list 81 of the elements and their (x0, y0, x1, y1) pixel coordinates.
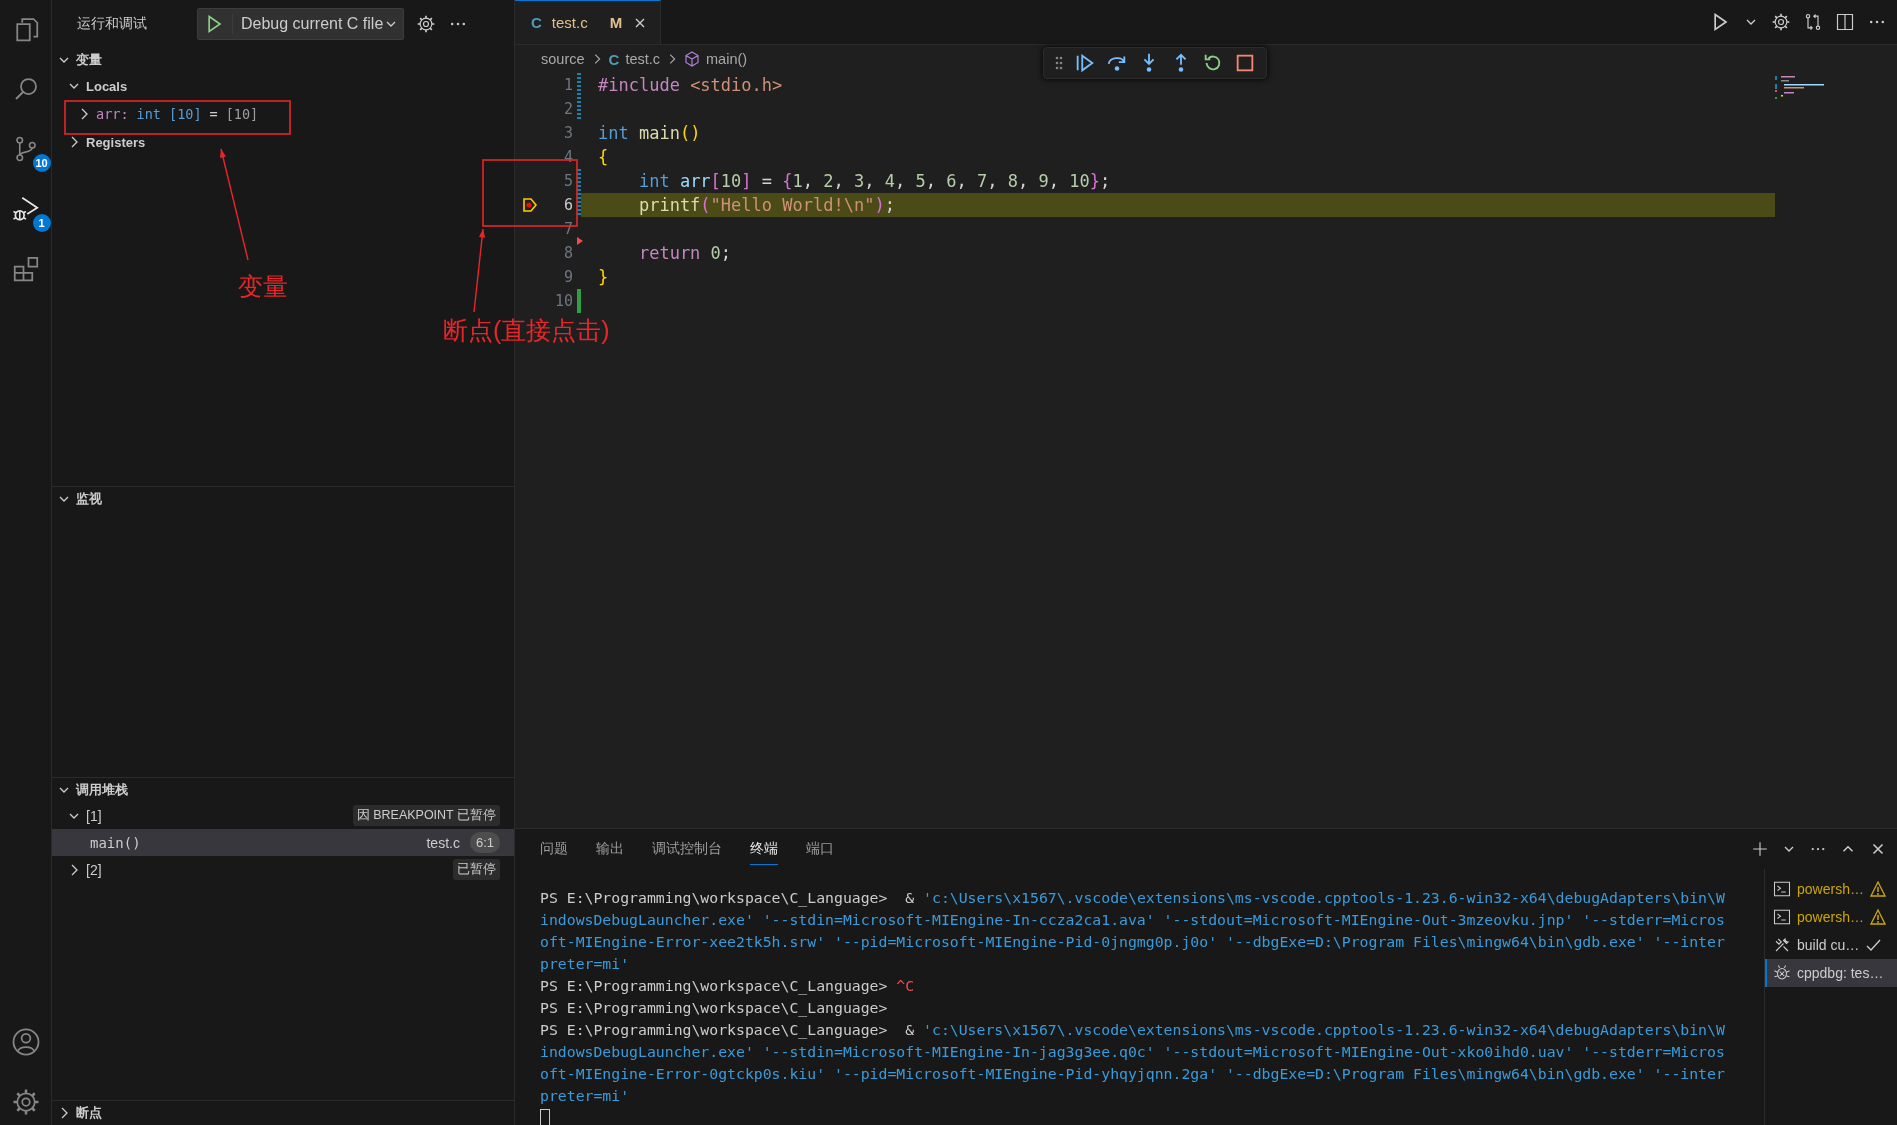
stack-frame-row[interactable]: main() test.c 6:1 (52, 829, 514, 857)
terminal-line: oft-MIEngine-Error-xee2tk5h.srw' '--pid=Microsoft-MIEngine-Pid-0jngmg0p.j0o' '--dbgExe=D:\Program Files\mingw64\bin\gdb.exe' '--inter (540, 932, 1725, 952)
tab-label: test.c (551, 14, 589, 31)
line-number: 9 (562, 267, 573, 288)
code-line: } (598, 266, 609, 289)
code-line: return 0; (637, 242, 732, 265)
line-position-badge: 6:1 (469, 832, 500, 854)
panel-tab[interactable]: 调试控制台 (652, 833, 722, 865)
file-type-icon: C (608, 50, 620, 68)
terminal-cursor (540, 1109, 550, 1125)
thread-label[interactable]: [1] (86, 807, 349, 824)
code-line: { (598, 146, 609, 169)
frame-name: main() (90, 834, 142, 851)
settings-icon[interactable] (1771, 12, 1791, 32)
sidebar-title: 运行和调试 (77, 15, 148, 33)
variable-operator: = (209, 106, 218, 122)
compare-icon[interactable] (1803, 12, 1823, 32)
scope-label[interactable]: Locals (86, 78, 128, 94)
terminal-line: PS E:\Programming\workspace\C_Language> (540, 998, 888, 1019)
stop-icon[interactable] (1234, 52, 1256, 74)
cube-icon (684, 51, 701, 67)
terminal-line: PS E:\Programming\workspace\C_Language> & 'c:\Users\x1567\.vscode\extensions\ms-vscode.cpptools-1.23.6-win32-x64\debugAdapters\bin\W (540, 888, 1725, 909)
terminal-line: preter=mi' (540, 1086, 630, 1106)
split-editor-icon[interactable] (1835, 12, 1855, 32)
panel-tab[interactable]: 端口 (806, 833, 834, 865)
account-icon[interactable] (10, 1027, 41, 1057)
code-line: #include <stdio.h> (598, 74, 783, 97)
panel-tab[interactable]: 问题 (540, 833, 568, 865)
breadcrumb-item[interactable]: source (541, 51, 585, 67)
panel-tab[interactable]: 输出 (596, 833, 624, 865)
line-number: 5 (562, 171, 573, 192)
line-number: 2 (562, 99, 573, 120)
thread-label[interactable]: [2] (86, 861, 449, 878)
file-type-icon: C (531, 14, 542, 31)
line-number: 1 (562, 75, 573, 96)
annotation-text: 变量 (238, 271, 288, 302)
add-icon[interactable] (1751, 840, 1769, 858)
variable-name: arr: (96, 106, 129, 122)
terminal-line: PS E:\Programming\workspace\C_Language> ^C (540, 976, 915, 997)
status-badge: 因 BREAKPOINT 已暂停 (352, 805, 500, 827)
count-badge: 10 (32, 154, 51, 172)
bug-icon (1773, 964, 1791, 982)
section-title[interactable]: 监视 (76, 490, 102, 509)
variable-value: [10] (225, 106, 259, 122)
terminal-line: indowsDebugLauncher.exe' '--stdin=Microsoft-MIEngine-In-jag3g3ee.q0c' '--stdout=Microsoft-MIEngine-Out-xko0ihd0.uav' '--stderr=Micros (540, 1042, 1725, 1062)
settings-icon[interactable] (416, 14, 437, 34)
continue-icon[interactable] (1074, 52, 1096, 74)
annotation-text: 断点(直接点击) (443, 315, 610, 346)
section-title[interactable]: 断点 (76, 1104, 102, 1122)
code-line: int arr[10] = {1, 2, 3, 4, 5, 6, 7, 8, 9, 10}; (637, 170, 1111, 193)
terminal-line: PS E:\Programming\workspace\C_Language> & 'c:\Users\x1567\.vscode\extensions\ms-vscode.cpptools-1.23.6-win32-x64\debugAdapters\bin\W (540, 1020, 1725, 1041)
line-number: 3 (562, 123, 573, 144)
scope-label[interactable]: Registers (86, 134, 146, 150)
code-line: int main() (598, 122, 701, 145)
breakpoint-icon[interactable] (522, 197, 538, 213)
editor-tab[interactable]: C test.c M (515, 0, 662, 44)
status-badge: 已暂停 (453, 859, 500, 881)
line-number: 6 (562, 195, 573, 216)
terminal-list-item[interactable]: powersh… (1765, 903, 1897, 931)
terminal-list-item[interactable]: powersh… (1765, 875, 1897, 903)
section-title[interactable]: 调用堆栈 (76, 781, 128, 800)
breadcrumb-item[interactable]: test.c (625, 51, 661, 67)
terminal-line: indowsDebugLauncher.exe' '--stdin=Microsoft-MIEngine-In-ccza2ca1.ava' '--stdout=Microsoft-MIEngine-Out-3mzeovku.jnp' '--stderr=Micros (540, 910, 1725, 930)
terminal-icon (1773, 880, 1791, 898)
breadcrumb-item[interactable]: main() (706, 51, 748, 67)
variable-type: int [10] (136, 106, 202, 122)
tools-icon (1773, 936, 1791, 954)
terminal-list-item[interactable]: build cu… (1765, 931, 1897, 959)
modified-mark: M (609, 14, 623, 31)
count-badge: 1 (32, 214, 51, 232)
frame-file: test.c (426, 834, 460, 851)
terminal-icon (1773, 908, 1791, 926)
terminal-line: preter=mi' (540, 954, 630, 974)
line-number: 8 (562, 243, 573, 264)
terminal-line: oft-MIEngine-Error-0gtckp0s.kiu' '--pid=Microsoft-MIEngine-Pid-yhqyjqnn.2ga' '--dbgExe=D:\Program Files\mingw64\bin\gdb.exe' '--inter (540, 1064, 1725, 1084)
panel-tab[interactable]: 终端 (750, 833, 778, 865)
launch-config-dropdown[interactable]: Debug current C file (197, 8, 405, 40)
section-title[interactable]: 变量 (76, 51, 102, 69)
terminal-list-item[interactable]: cppdbg: tes… (1765, 959, 1897, 987)
line-number: 10 (553, 291, 573, 312)
code-line: printf("Hello World!\n"); (637, 194, 895, 217)
